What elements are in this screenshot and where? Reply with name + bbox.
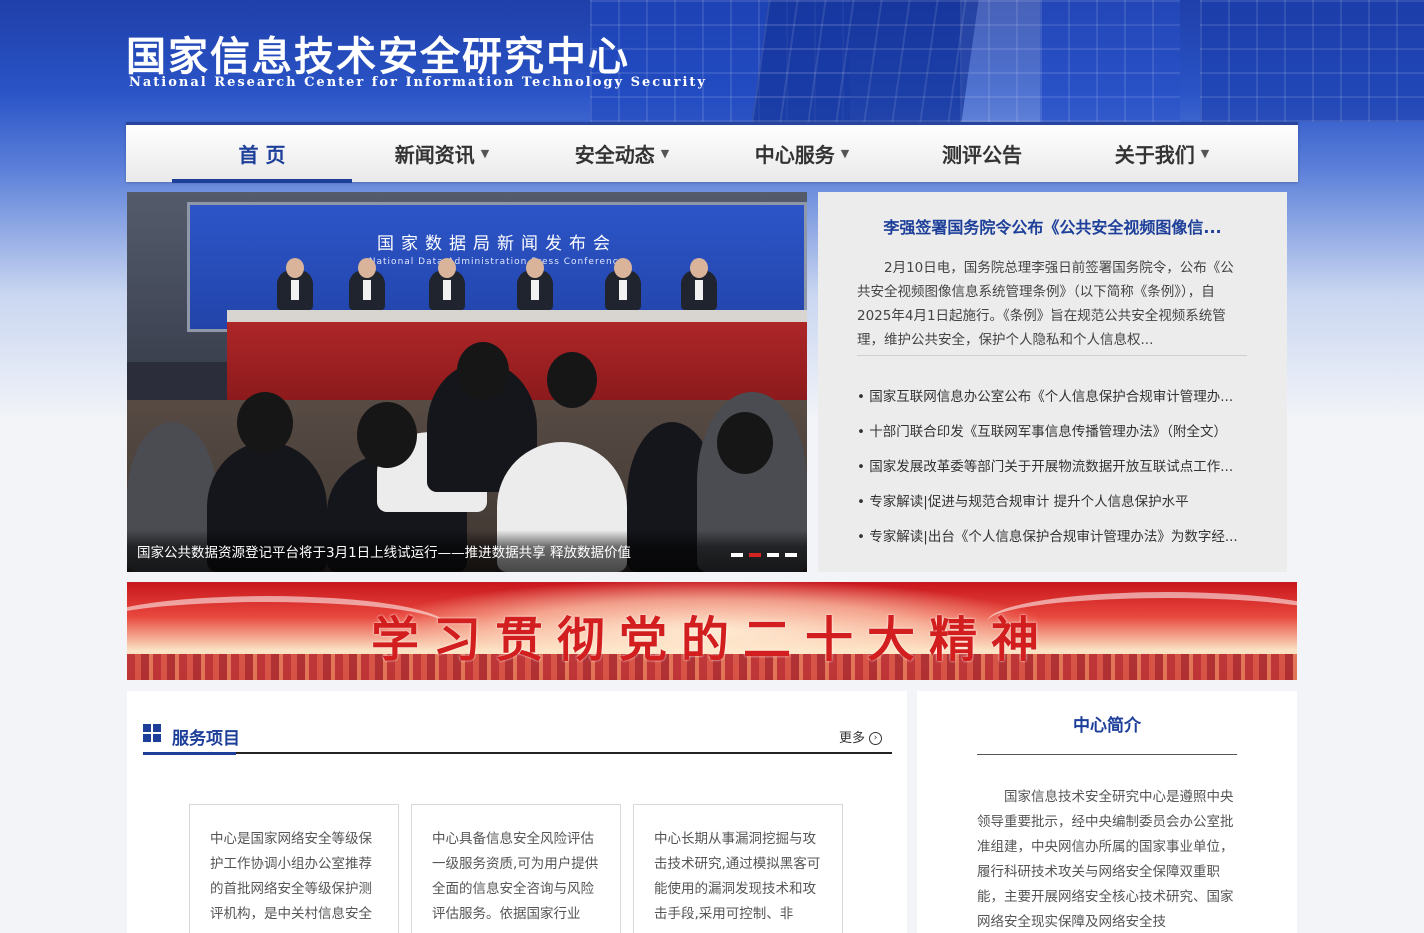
caret-down-icon: ▼ <box>1200 147 1210 160</box>
photo-audience <box>457 342 509 400</box>
carousel-dot[interactable] <box>785 553 797 557</box>
photo-audience <box>547 352 597 408</box>
news-list-item[interactable]: 国家互联网信息办公室公布《个人信息保护合规审计管理办... <box>857 380 1257 415</box>
service-card[interactable]: 中心长期从事漏洞挖掘与攻击技术研究,通过模拟黑客可能使用的漏洞发现技术和攻击手段… <box>633 804 843 933</box>
news-list-item[interactable]: 国家发展改革委等部门关于开展物流数据开放互联试点工作... <box>857 450 1257 485</box>
carousel-dot[interactable] <box>767 553 779 557</box>
photo-person <box>349 258 385 310</box>
nav-label: 中心服务 <box>754 143 835 167</box>
more-label: 更多 <box>838 731 865 746</box>
building-graphic <box>1040 0 1180 122</box>
photo-audience <box>237 392 293 454</box>
carousel-indicators <box>731 553 797 557</box>
about-section: 中心简介 国家信息技术安全研究中心是遵照中央领导重要批示，经中央编制委员会办公室… <box>917 691 1297 933</box>
promo-banner[interactable]: 学习贯彻党的二十大精神 <box>127 582 1297 680</box>
news-list-item[interactable]: 十部门联合印发《互联网军事信息传播管理办法》（附全文） <box>857 415 1257 450</box>
photo-person <box>277 258 313 310</box>
photo-audience <box>717 412 773 474</box>
about-text: 国家信息技术安全研究中心是遵照中央领导重要批示，经中央编制委员会办公室批准组建，… <box>977 789 1234 930</box>
photo-audience <box>357 402 417 468</box>
slide-caption[interactable]: 国家公共数据资源登记平台将于3月1日上线试运行——推进数据共享 释放数据价值 <box>137 541 631 561</box>
photo-screen-subtitle: National Data Administration Press Confe… <box>368 257 626 267</box>
news-headline[interactable]: 李强签署国务院令公布《公共安全视频图像信... <box>818 214 1287 238</box>
nav-item-security-news[interactable]: 安全动态 ▼ <box>532 125 712 182</box>
photo-tabletop <box>227 310 807 322</box>
caret-down-icon: ▼ <box>480 147 490 160</box>
nav-label: 新闻资讯 <box>394 143 475 167</box>
photo-person <box>681 258 717 310</box>
news-panel: 李强签署国务院令公布《公共安全视频图像信... 2月10日电，国务院总理李强日前… <box>818 192 1287 572</box>
nav-item-news[interactable]: 新闻资讯 ▼ <box>352 125 532 182</box>
service-card[interactable]: 中心是国家网络安全等级保护工作协调小组办公室推荐的首批网络安全等级保护测评机构，… <box>189 804 399 933</box>
nav-label: 安全动态 <box>574 143 655 167</box>
caret-down-icon: ▼ <box>660 147 670 160</box>
caret-down-icon: ▼ <box>840 147 850 160</box>
about-title: 中心简介 <box>977 711 1237 755</box>
services-header: 服务项目 更多 › <box>143 722 892 755</box>
news-summary: 2月10日电，国务院总理李强日前签署国务院令，公布《公共安全视频图像信息系统管理… <box>857 256 1247 356</box>
services-more-link[interactable]: 更多 › <box>839 727 882 746</box>
carousel-dot[interactable] <box>731 553 743 557</box>
nav-item-announcements[interactable]: 测评公告 <box>892 125 1072 182</box>
photo-person <box>517 258 553 310</box>
services-title-underline <box>143 752 236 755</box>
main-nav: 首 页 新闻资讯 ▼ 安全动态 ▼ 中心服务 ▼ 测评公告 关于我们 ▼ <box>126 122 1298 183</box>
photo-screen-title: 国家数据局新闻发布会 <box>377 234 617 254</box>
nav-item-home[interactable]: 首 页 <box>172 125 352 183</box>
grid-icon <box>143 724 161 742</box>
building-graphic <box>1200 0 1424 122</box>
carousel-dot-active[interactable] <box>749 553 761 557</box>
nav-item-about[interactable]: 关于我们 ▼ <box>1072 125 1252 182</box>
nav-label: 测评公告 <box>942 143 1022 167</box>
nav-label: 关于我们 <box>1114 143 1195 167</box>
services-title: 服务项目 <box>172 729 240 749</box>
news-list-item[interactable]: 专家解读|促进与规范合规审计 提升个人信息保护水平 <box>857 485 1257 520</box>
photo-person <box>605 258 641 310</box>
nav-item-services[interactable]: 中心服务 ▼ <box>712 125 892 182</box>
arrow-circle-icon: › <box>869 732 882 745</box>
building-graphic <box>751 0 979 122</box>
banner-slogan: 学习贯彻党的二十大精神 <box>370 612 1053 668</box>
site-logo-subtitle: National Research Center for Information… <box>129 75 707 90</box>
services-section: 服务项目 更多 › 中心是国家网络安全等级保护工作协调小组办公室推荐的首批网络安全… <box>127 691 907 933</box>
photo-person <box>429 258 465 310</box>
news-list-item[interactable]: 专家解读|出台《个人信息保护合规审计管理办法》为数字经... <box>857 520 1257 555</box>
site-logo-title[interactable]: 国家信息技术安全研究中心 <box>126 24 630 82</box>
news-list: 国家互联网信息办公室公布《个人信息保护合规审计管理办... 十部门联合印发《互联… <box>857 380 1257 555</box>
news-carousel[interactable]: 国家数据局新闻发布会 National Data Administration … <box>127 192 807 572</box>
service-card[interactable]: 中心具备信息安全风险评估一级服务资质,可为用户提供全面的信息安全咨询与风险评估服… <box>411 804 621 933</box>
nav-label: 首 页 <box>238 143 286 167</box>
